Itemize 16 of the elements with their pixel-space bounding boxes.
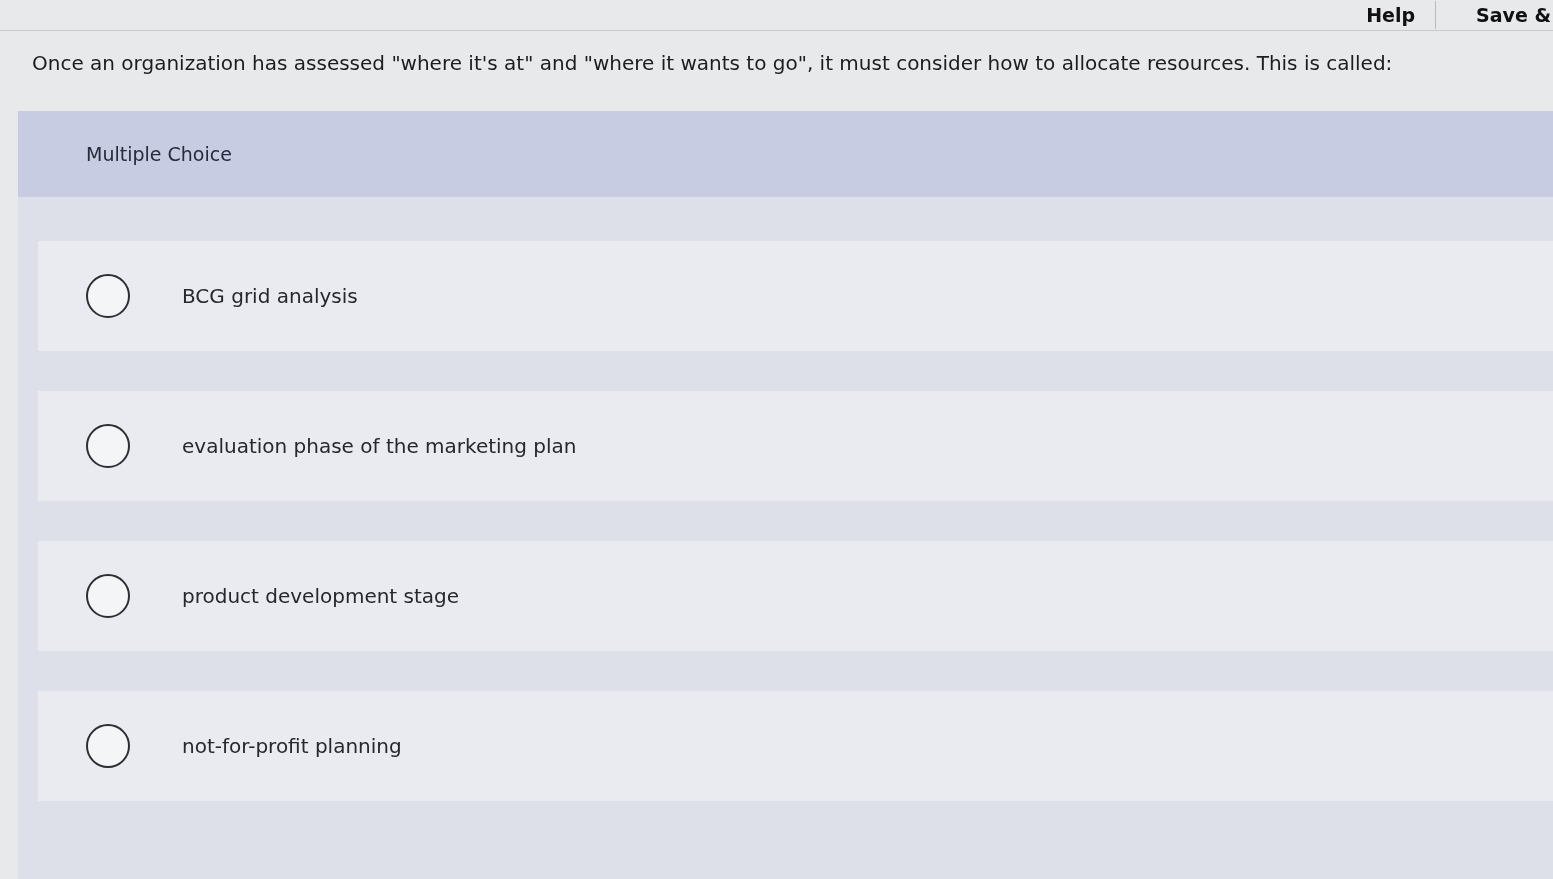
option-label: evaluation phase of the marketing plan (182, 434, 577, 458)
option-label: product development stage (182, 584, 460, 608)
question-text: Once an organization has assessed "where it's at" and "where it wants to go", it must consider how to allocate resources. This is called: (32, 50, 1394, 77)
radio-button[interactable] (86, 574, 130, 618)
radio-button[interactable] (86, 274, 130, 318)
radio-button[interactable] (86, 724, 130, 768)
option-label: not-for-profit planning (182, 734, 402, 758)
answer-option[interactable]: product development stage (38, 541, 1553, 651)
panel-title: Multiple Choice (86, 143, 232, 165)
answer-option[interactable]: not-for-profit planning (38, 691, 1553, 801)
option-label: BCG grid analysis (182, 284, 358, 308)
answer-option[interactable]: BCG grid analysis (38, 241, 1553, 351)
header-link[interactable]: Save & (1456, 1, 1553, 29)
radio-button[interactable] (86, 424, 130, 468)
header-link[interactable]: Help (1346, 1, 1437, 29)
answer-option[interactable]: evaluation phase of the marketing plan (38, 391, 1553, 501)
